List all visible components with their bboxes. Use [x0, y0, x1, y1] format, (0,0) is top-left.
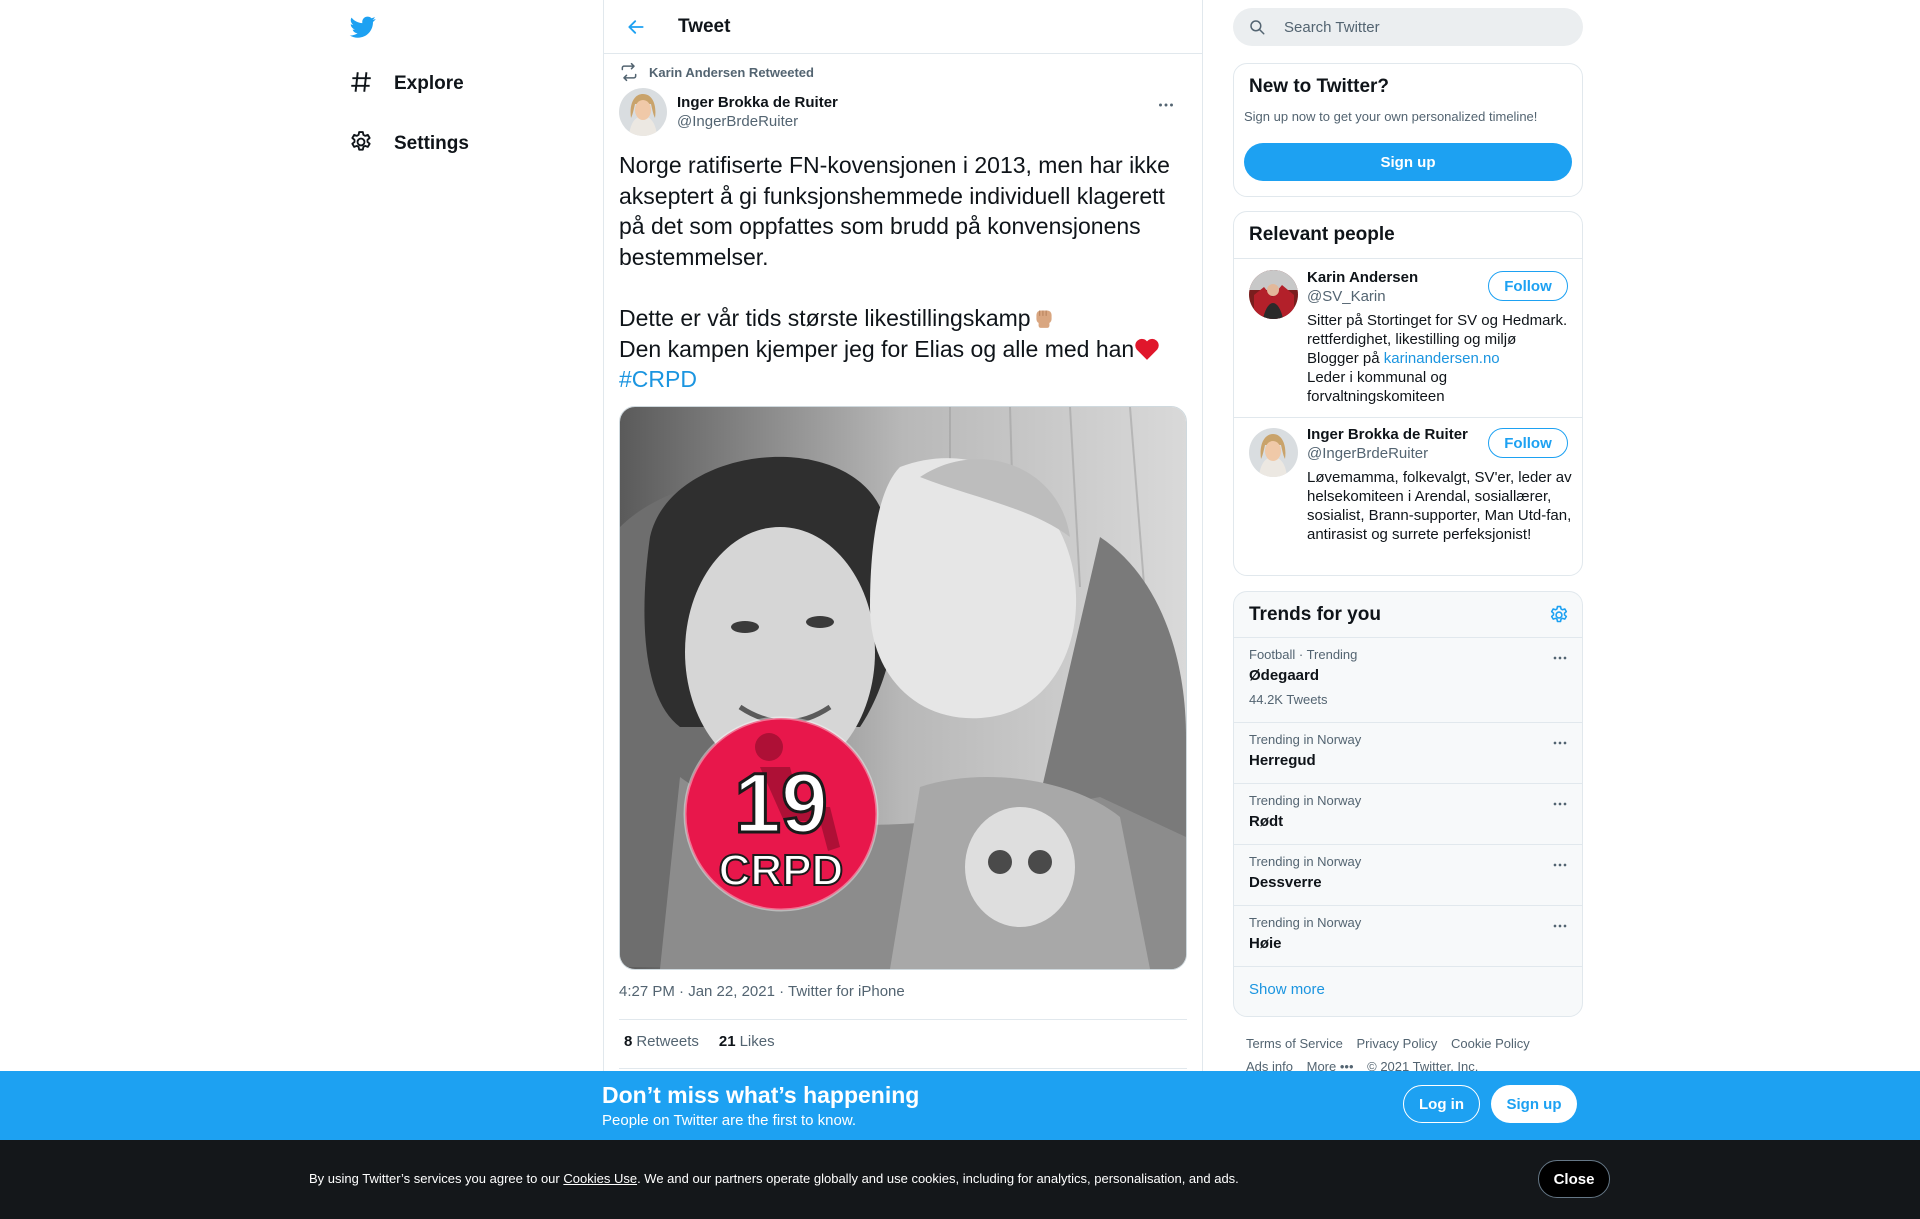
search-input[interactable] [1282, 17, 1556, 37]
person-name[interactable]: Inger Brokka de Ruiter [1307, 426, 1468, 443]
trend-name: Herregud [1249, 752, 1316, 769]
trend-name: Ødegaard [1249, 667, 1320, 684]
raised-fist-emoji-icon [1035, 310, 1052, 328]
tweet-timestamp[interactable]: 4:27 PM · Jan 22, 2021 [619, 983, 775, 1000]
search-bar[interactable] [1233, 8, 1583, 46]
trend-context: Trending in Norway [1249, 854, 1362, 869]
trend-context: Trending in Norway [1249, 915, 1362, 930]
tweet-author: Inger Brokka de Ruiter @IngerBrdeRuiter [619, 88, 1189, 136]
nav-item-settings[interactable]: Settings [348, 124, 469, 164]
banner-headline: Don’t miss what’s happening [602, 1082, 920, 1108]
terms-link[interactable]: Terms of Service [1246, 1036, 1343, 1051]
more-options-icon[interactable] [1550, 916, 1570, 936]
tweet-line: Dette er vår tids største likestillingsk… [619, 303, 1184, 334]
relevant-people-card: Relevant people Karin Andersen @SV_Karin… [1233, 211, 1583, 576]
cookie-bar: By using Twitter’s services you agree to… [0, 1140, 1920, 1219]
trend-count: 44.2K Tweets [1249, 692, 1328, 707]
trend-context: Football · Trending [1249, 647, 1358, 662]
red-heart-emoji-icon [1135, 338, 1159, 360]
retweeted-by-text: Karin Andersen Retweeted [649, 64, 814, 80]
back-button[interactable] [622, 13, 650, 41]
twitter-bird-icon[interactable] [348, 14, 378, 40]
main-column: Tweet Karin Andersen Retweeted Inger Bro… [603, 0, 1203, 1219]
badge-text: CRPD [719, 846, 844, 895]
cookies-use-link[interactable]: Cookies Use [563, 1171, 637, 1186]
signup-button[interactable]: Sign up [1491, 1085, 1577, 1123]
tweet-paragraph: Norge ratifiserte FN-kovensjonen i 2013,… [619, 152, 1170, 270]
bio-link[interactable]: karinandersen.no [1384, 350, 1500, 367]
cookie-policy-link[interactable]: Cookie Policy [1451, 1036, 1530, 1051]
show-more-link[interactable]: Show more [1249, 981, 1325, 998]
arrow-left-icon [628, 19, 644, 34]
card-subtitle: Sign up now to get your own personalized… [1244, 109, 1538, 124]
trend-name: Dessverre [1249, 874, 1322, 891]
person-handle[interactable]: @SV_Karin [1307, 288, 1386, 305]
retweets-stat[interactable]: 8 Retweets [624, 1033, 699, 1050]
person-avatar[interactable] [1249, 270, 1298, 319]
trends-card: Trends for you Football · Trending Ødega… [1233, 591, 1583, 1017]
follow-button[interactable]: Follow [1488, 271, 1568, 301]
more-options-icon[interactable] [1550, 733, 1570, 753]
person-karin-andersen[interactable]: Karin Andersen @SV_Karin Follow Sitter p… [1234, 258, 1582, 421]
tweet-metadata: 4:27 PM · Jan 22, 2021 · Twitter for iPh… [619, 983, 905, 1000]
person-bio: Sitter på Stortinget for SV og Hedmark. … [1307, 312, 1568, 405]
likes-stat[interactable]: 21 Likes [719, 1033, 775, 1050]
trend-name: Høie [1249, 935, 1282, 952]
main-header: Tweet [604, 0, 1202, 54]
trend-item[interactable]: Trending in Norway Dessverre [1234, 845, 1582, 906]
author-name[interactable]: Inger Brokka de Ruiter [677, 93, 838, 112]
divider [619, 1068, 1187, 1069]
trend-item[interactable]: Football · Trending Ødegaard 44.2K Tweet… [1234, 638, 1582, 723]
person-avatar[interactable] [1249, 428, 1298, 477]
trend-item[interactable]: Trending in Norway Høie [1234, 906, 1582, 967]
person-inger-brokka-de-ruiter[interactable]: Inger Brokka de Ruiter @IngerBrdeRuiter … [1234, 417, 1582, 575]
person-name[interactable]: Karin Andersen [1307, 269, 1418, 286]
close-button[interactable]: Close [1538, 1160, 1610, 1198]
trend-name: Rødt [1249, 813, 1284, 830]
more-options-icon[interactable] [1155, 94, 1177, 116]
author-avatar[interactable] [619, 88, 667, 136]
person-handle[interactable]: @IngerBrdeRuiter [1307, 445, 1428, 462]
retweet-context[interactable]: Karin Andersen Retweeted [619, 62, 814, 82]
trend-context: Trending in Norway [1249, 793, 1362, 808]
trend-item[interactable]: Trending in Norway Herregud [1234, 723, 1582, 784]
card-title: Relevant people [1249, 224, 1395, 245]
tweet-stats: 8 Retweets 21 Likes [624, 1033, 775, 1050]
hashtag-icon [348, 69, 374, 100]
tweet-source[interactable]: Twitter for iPhone [788, 983, 905, 1000]
nav-label-settings: Settings [394, 133, 469, 154]
retweet-icon [621, 62, 637, 82]
divider [619, 1019, 1187, 1020]
trend-item[interactable]: Trending in Norway Rødt [1234, 784, 1582, 845]
hashtag-link[interactable]: #CRPD [619, 366, 697, 392]
tweet-line: Den kampen kjemper jeg for Elias og alle… [619, 334, 1184, 365]
nav-item-explore[interactable]: Explore [348, 64, 464, 104]
signup-banner: Don’t miss what’s happening People on Tw… [0, 1071, 1920, 1140]
person-bio: Løvemamma, folkevalgt, SV'er, leder av h… [1307, 469, 1572, 543]
search-icon [1250, 20, 1265, 35]
more-options-icon[interactable] [1550, 648, 1570, 668]
cookie-text: By using Twitter’s services you agree to… [309, 1171, 1239, 1186]
author-handle[interactable]: @IngerBrdeRuiter [677, 112, 838, 131]
more-options-icon[interactable] [1550, 855, 1570, 875]
nav-label-explore: Explore [394, 73, 464, 94]
tweet-text: Norge ratifiserte FN-kovensjonen i 2013,… [619, 150, 1184, 395]
page-title: Tweet [678, 15, 731, 37]
more-options-icon[interactable] [1550, 794, 1570, 814]
card-title: Trends for you [1249, 604, 1381, 625]
follow-button[interactable]: Follow [1488, 428, 1568, 458]
new-to-twitter-card: New to Twitter? Sign up now to get your … [1233, 63, 1583, 197]
gear-icon [348, 129, 374, 160]
tweet-photo[interactable]: 19 CRPD [619, 406, 1187, 970]
card-title: New to Twitter? [1249, 76, 1390, 97]
login-button[interactable]: Log in [1403, 1085, 1480, 1123]
badge-number: 19 [734, 756, 827, 850]
gear-icon[interactable] [1548, 604, 1570, 626]
privacy-link[interactable]: Privacy Policy [1356, 1036, 1437, 1051]
trend-context: Trending in Norway [1249, 732, 1362, 747]
banner-subline: People on Twitter are the first to know. [602, 1112, 857, 1129]
sidebar-signup-button[interactable]: Sign up [1244, 143, 1572, 181]
